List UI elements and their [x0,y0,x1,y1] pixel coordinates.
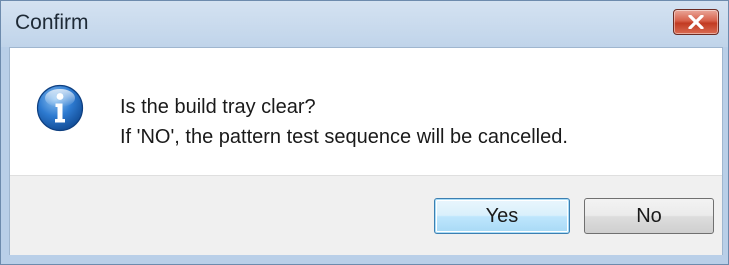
button-bar: Yes No [10,175,722,255]
message-area: Is the build tray clear? If 'NO', the pa… [10,48,722,175]
title-bar[interactable]: Confirm [1,1,728,47]
message-line-2: If 'NO', the pattern test sequence will … [120,126,568,148]
dialog-message: Is the build tray clear? If 'NO', the pa… [120,92,568,152]
yes-button[interactable]: Yes [434,198,570,234]
dialog-title: Confirm [15,11,89,34]
close-button[interactable] [673,9,719,35]
close-x-icon [688,15,704,29]
message-line-1: Is the build tray clear? [120,96,316,118]
confirm-dialog: Confirm Is the build tray clear? If 'NO'… [0,0,729,265]
no-button[interactable]: No [584,198,714,234]
dialog-body: Is the build tray clear? If 'NO', the pa… [9,47,723,255]
info-icon [36,84,84,132]
